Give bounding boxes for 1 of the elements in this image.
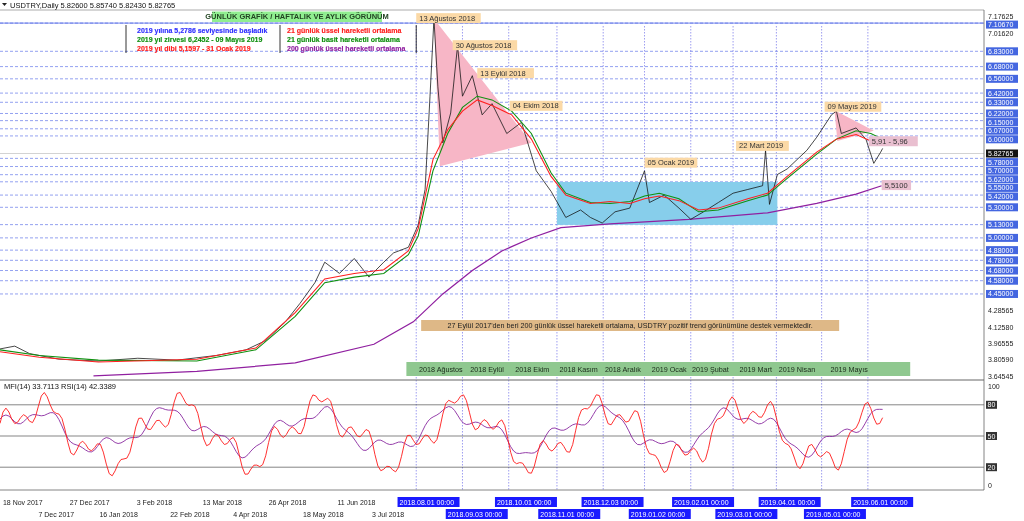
- dropdown-caret-icon[interactable]: [2, 3, 7, 6]
